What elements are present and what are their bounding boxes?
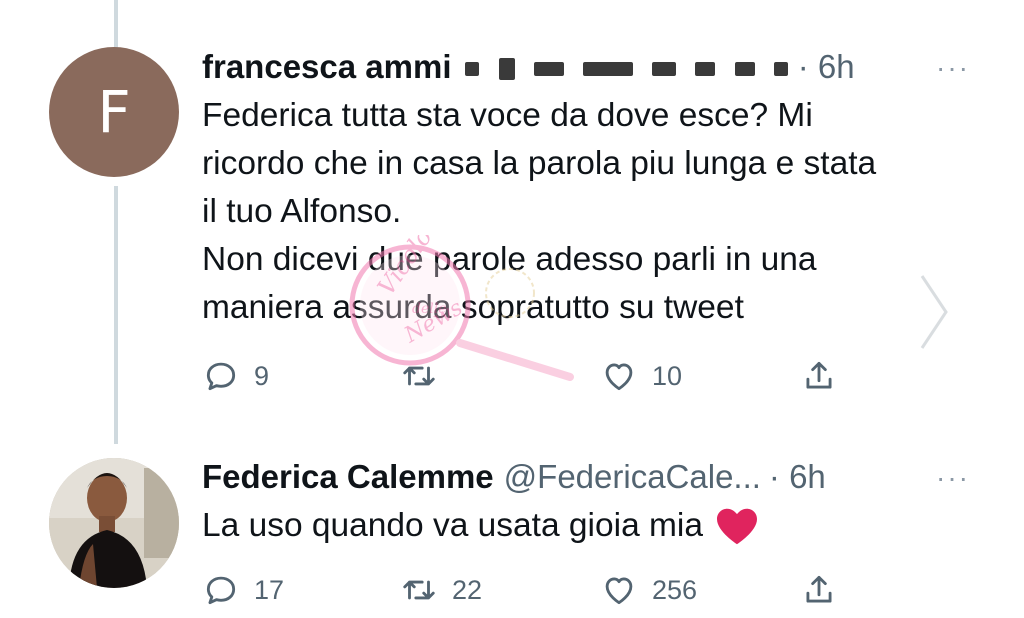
profile-photo (49, 458, 179, 588)
thread-connector-top (114, 0, 118, 48)
tweet-text: Federica tutta sta voce da dove esce? Mi… (202, 97, 877, 326)
share-icon (806, 575, 832, 603)
retweet-button[interactable] (400, 357, 452, 395)
timestamp[interactable]: · 6h (769, 458, 826, 496)
retweet-icon (403, 580, 435, 600)
more-options-icon[interactable]: ··· (936, 462, 970, 494)
avatar[interactable] (49, 458, 179, 588)
thread-connector (114, 186, 118, 444)
reply-icon (206, 362, 236, 391)
author-handle[interactable]: @FedericaCale... (504, 458, 761, 496)
avatar-letter: F (97, 78, 131, 146)
heart-outline-icon (605, 363, 633, 391)
more-options-icon[interactable]: ··· (936, 52, 970, 84)
reply-icon (206, 576, 236, 605)
tweet-text: La uso quando va usata gioia mia (202, 507, 703, 544)
like-count: 10 (652, 360, 683, 391)
like-button[interactable]: 256 (600, 571, 697, 609)
tweet-body: La uso quando va usata gioia mia (202, 502, 759, 550)
share-button[interactable] (800, 357, 838, 395)
chevron-right-icon[interactable] (916, 272, 952, 357)
reply-button[interactable]: 9 (202, 357, 269, 395)
retweet-button[interactable]: 22 (400, 571, 482, 609)
retweet-count: 22 (452, 574, 483, 605)
redacted-handle (465, 48, 797, 86)
author-name[interactable]: Federica Calemme (202, 458, 494, 496)
author-name[interactable]: francesca ammi (202, 48, 451, 86)
share-icon (806, 361, 832, 389)
like-button[interactable]: 10 (600, 357, 682, 395)
avatar[interactable]: F (49, 47, 179, 177)
tweet-header: Federica Calemme @FedericaCale... · 6h (202, 458, 826, 496)
reply-button[interactable]: 17 (202, 571, 284, 609)
like-count: 256 (652, 574, 698, 605)
share-button[interactable] (800, 571, 838, 609)
timestamp[interactable]: · 6h (798, 48, 855, 86)
retweet-icon (403, 366, 435, 386)
reply-count: 9 (254, 360, 270, 391)
reply-count: 17 (254, 574, 285, 605)
heart-outline-icon (605, 577, 633, 605)
red-heart-emoji (715, 506, 759, 546)
tweet-header: francesca ammi · 6h (202, 48, 855, 86)
